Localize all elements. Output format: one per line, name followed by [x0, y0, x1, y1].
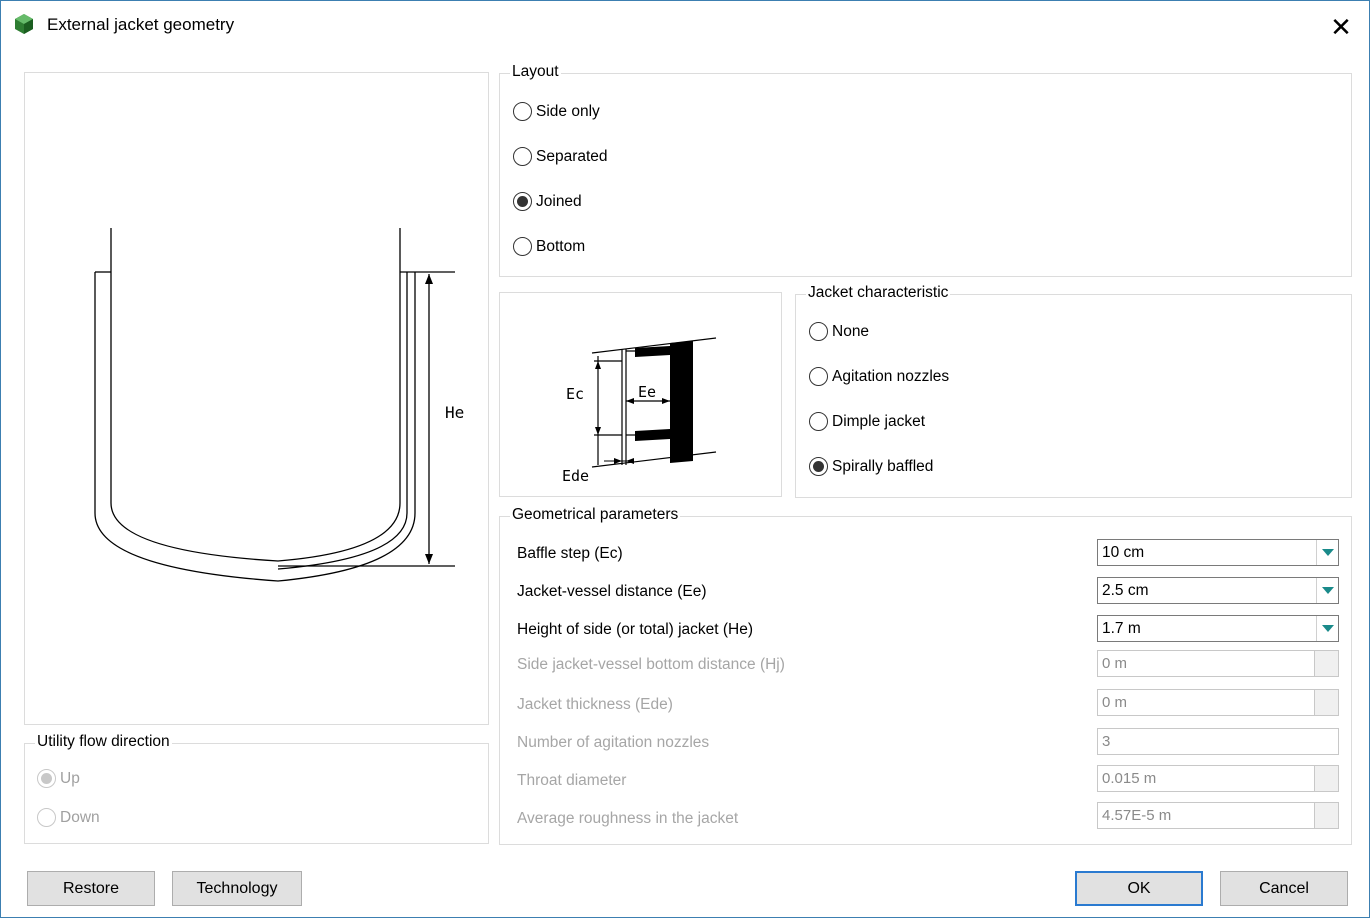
- radio-bottom-indicator[interactable]: [513, 237, 532, 256]
- radio-spirally-baffled[interactable]: Spirally baffled: [809, 457, 933, 476]
- radio-dimple-jacket[interactable]: Dimple jacket: [809, 412, 925, 431]
- param-label-baffle-step: Baffle step (Ec): [517, 545, 623, 562]
- restore-button[interactable]: Restore: [27, 871, 155, 906]
- technology-button[interactable]: Technology: [172, 871, 302, 906]
- jacket-height-value[interactable]: 1.7 m: [1098, 620, 1316, 638]
- radio-joined[interactable]: Joined: [513, 192, 582, 211]
- close-icon[interactable]: ✕: [1319, 7, 1363, 47]
- ede-label: Ede: [562, 467, 589, 485]
- radio-joined-label: Joined: [536, 192, 582, 210]
- radio-side-only-label: Side only: [536, 102, 600, 120]
- param-label-bottom-distance: Side jacket-vessel bottom distance (Hj): [517, 656, 785, 673]
- jacket-vessel-distance-value[interactable]: 2.5 cm: [1098, 582, 1316, 600]
- baffle-step-dropdown[interactable]: 10 cm: [1097, 539, 1339, 566]
- radio-none-label: None: [832, 322, 870, 340]
- title-bar: External jacket geometry ✕: [1, 1, 1369, 51]
- baffle-step-value[interactable]: 10 cm: [1098, 544, 1316, 562]
- bottom-distance-value: 0 m: [1102, 655, 1128, 672]
- chevron-down-icon[interactable]: [1316, 616, 1338, 641]
- param-label-jacket-vessel-distance: Jacket-vessel distance (Ee): [517, 583, 707, 600]
- jacket-thickness-value: 0 m: [1102, 694, 1128, 711]
- chevron-down-icon[interactable]: [1316, 578, 1338, 603]
- throat-diameter-value: 0.015 m: [1102, 770, 1157, 787]
- roughness-field: 4.57E-5 m: [1097, 802, 1339, 829]
- dialog-window: External jacket geometry ✕ He Utility fl…: [0, 0, 1370, 918]
- roughness-value: 4.57E-5 m: [1102, 807, 1172, 824]
- vessel-jacket-diagram: He: [94, 228, 464, 582]
- radio-agitation-nozzles-label: Agitation nozzles: [832, 367, 950, 385]
- throat-diameter-unit-button: [1314, 766, 1338, 791]
- he-dimension-label: He: [445, 403, 464, 422]
- radio-agitation-nozzles-indicator[interactable]: [809, 367, 828, 386]
- bottom-distance-field: 0 m: [1097, 650, 1339, 677]
- radio-down-label: Down: [60, 808, 100, 826]
- param-label-roughness: Average roughness in the jacket: [517, 810, 739, 827]
- jacket-thickness-unit-button: [1314, 690, 1338, 715]
- ok-button[interactable]: OK: [1075, 871, 1203, 906]
- jacket-height-dropdown[interactable]: 1.7 m: [1097, 615, 1339, 642]
- roughness-unit-button: [1314, 803, 1338, 828]
- utility-flow-group: Utility flow direction Up Down: [24, 733, 489, 844]
- utility-flow-title: Utility flow direction: [35, 733, 172, 751]
- param-label-jacket-height: Height of side (or total) jacket (He): [517, 621, 754, 638]
- radio-spirally-baffled-indicator[interactable]: [809, 457, 828, 476]
- param-label-jacket-thickness: Jacket thickness (Ede): [517, 696, 673, 713]
- radio-agitation-nozzles[interactable]: Agitation nozzles: [809, 367, 949, 386]
- ee-label: Ee: [638, 383, 656, 401]
- param-label-throat-diameter: Throat diameter: [517, 772, 627, 789]
- layout-title: Layout: [510, 63, 561, 81]
- jacket-characteristic-title: Jacket characteristic: [806, 284, 951, 302]
- jacket-thickness-field: 0 m: [1097, 689, 1339, 716]
- app-logo-icon: [15, 14, 33, 34]
- cancel-button[interactable]: Cancel: [1220, 871, 1348, 906]
- radio-up-indicator[interactable]: [37, 769, 56, 788]
- radio-joined-indicator[interactable]: [513, 192, 532, 211]
- bottom-distance-unit-button: [1314, 651, 1338, 676]
- radio-down[interactable]: Down: [37, 808, 100, 827]
- window-title: External jacket geometry: [47, 15, 235, 34]
- chevron-down-icon[interactable]: [1316, 540, 1338, 565]
- radio-side-only-indicator[interactable]: [513, 102, 532, 121]
- radio-dimple-jacket-label: Dimple jacket: [832, 412, 926, 430]
- agitation-nozzles-field: 3: [1097, 728, 1339, 755]
- ec-label: Ec: [566, 385, 584, 403]
- radio-separated[interactable]: Separated: [513, 147, 608, 166]
- radio-bottom[interactable]: Bottom: [513, 237, 585, 256]
- jacket-vessel-distance-dropdown[interactable]: 2.5 cm: [1097, 577, 1339, 604]
- radio-separated-indicator[interactable]: [513, 147, 532, 166]
- radio-side-only[interactable]: Side only: [513, 102, 600, 121]
- radio-up-label: Up: [60, 769, 80, 787]
- radio-none-indicator[interactable]: [809, 322, 828, 341]
- agitation-nozzles-value: 3: [1102, 733, 1111, 750]
- jacket-detail-diagram: Ec Ee Ede: [562, 337, 717, 485]
- radio-dimple-jacket-indicator[interactable]: [809, 412, 828, 431]
- radio-down-indicator[interactable]: [37, 808, 56, 827]
- radio-separated-label: Separated: [536, 147, 608, 165]
- param-label-agitation-nozzles: Number of agitation nozzles: [517, 734, 710, 751]
- radio-bottom-label: Bottom: [536, 237, 586, 255]
- layout-group: Layout Side only Separated Joined Bottom: [499, 63, 1352, 277]
- jacket-detail-diagram-panel: Ec Ee Ede: [499, 292, 782, 497]
- radio-up[interactable]: Up: [37, 769, 80, 788]
- vessel-diagram-panel: He: [24, 72, 489, 725]
- radio-spirally-baffled-label: Spirally baffled: [832, 457, 934, 475]
- geometrical-parameters-title: Geometrical parameters: [510, 506, 681, 524]
- radio-none[interactable]: None: [809, 322, 869, 341]
- throat-diameter-field: 0.015 m: [1097, 765, 1339, 792]
- jacket-characteristic-group: Jacket characteristic None Agitation noz…: [795, 284, 1352, 498]
